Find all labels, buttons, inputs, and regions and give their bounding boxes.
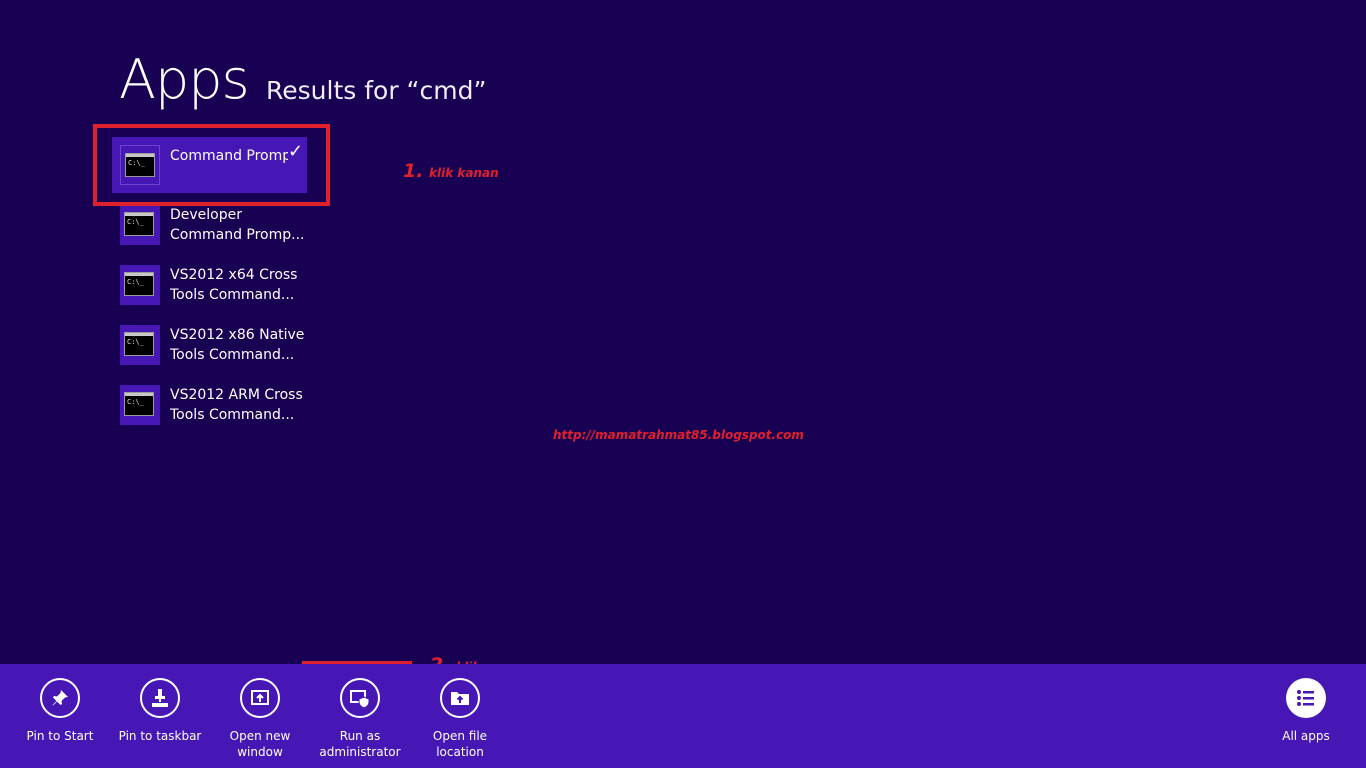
app-tile: C:\_ [120, 205, 160, 245]
app-name: VS2012 x64 Cross Tools Command... [170, 267, 298, 303]
app-item-vs2012-x86-native[interactable]: C:\_ VS2012 x86 Native Tools Command... [112, 317, 307, 373]
app-item-vs2012-arm-cross[interactable]: C:\_ VS2012 ARM Cross Tools Command... [112, 377, 307, 433]
console-icon: C:\_ [125, 153, 155, 177]
app-item-developer-command-prompt[interactable]: C:\_ Developer Command Promp... [112, 197, 307, 253]
pin-taskbar-icon [140, 678, 180, 718]
list-icon [1286, 678, 1326, 718]
app-tile: C:\_ [120, 145, 160, 185]
folder-icon [440, 678, 480, 718]
open-file-location-button[interactable]: Open file location [410, 678, 510, 760]
app-item-command-prompt[interactable]: C:\_ Command Prompt ✓ [112, 137, 307, 193]
app-item-vs2012-x64-cross[interactable]: C:\_ VS2012 x64 Cross Tools Command... [112, 257, 307, 313]
app-tile: C:\_ [120, 385, 160, 425]
checkmark-icon: ✓ [288, 141, 304, 162]
app-tile: C:\_ [120, 325, 160, 365]
app-bar: Pin to Start Pin to taskbar Open new win… [0, 664, 1366, 768]
new-window-icon [240, 678, 280, 718]
search-results-label: Results for “cmd” [266, 76, 487, 105]
page-title: Apps [119, 48, 250, 111]
console-icon: C:\_ [124, 392, 154, 416]
open-new-window-button[interactable]: Open new window [210, 678, 310, 760]
pin-icon [40, 678, 80, 718]
all-apps-button[interactable]: All apps [1256, 678, 1356, 744]
console-icon: C:\_ [124, 212, 154, 236]
pin-to-taskbar-button[interactable]: Pin to taskbar [110, 678, 210, 744]
annotation-step-1: 1. klik kanan [403, 160, 499, 182]
app-name: VS2012 ARM Cross Tools Command... [170, 387, 303, 423]
app-tile: C:\_ [120, 265, 160, 305]
app-name: Command Prompt [170, 148, 288, 164]
run-as-administrator-button[interactable]: Run as administrator [310, 678, 410, 760]
pin-to-start-button[interactable]: Pin to Start [10, 678, 110, 744]
watermark-url: http://mamatrahmat85.blogspot.com [553, 428, 804, 442]
console-icon: C:\_ [124, 332, 154, 356]
console-icon: C:\_ [124, 272, 154, 296]
shield-icon [340, 678, 380, 718]
app-name: Developer Command Promp... [170, 207, 305, 243]
app-name: VS2012 x86 Native Tools Command... [170, 327, 305, 363]
